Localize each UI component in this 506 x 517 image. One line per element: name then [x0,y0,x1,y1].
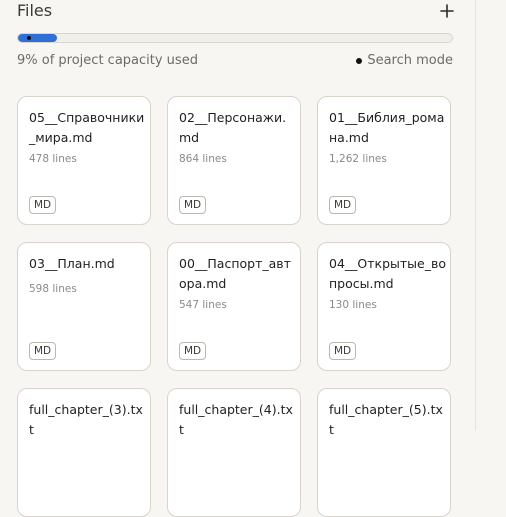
file-card[interactable]: full_chapter_(5).txt [317,388,451,517]
file-name: 01__Библия_романа.md [329,110,445,145]
files-panel: Files 9% of project capacity used Search… [0,0,476,517]
search-mode-label: Search mode [367,53,453,68]
search-mode-indicator[interactable]: Search mode [356,53,453,68]
file-name: full_chapter_(4).txt [179,402,293,437]
file-line-count: 478 lines [29,153,77,165]
file-card[interactable]: 03__План.md 598 lines MD [17,242,151,371]
file-type-badge: MD [329,196,357,214]
file-name: full_chapter_(5).txt [329,402,443,437]
file-card[interactable]: 04__Открытые_вопросы.md 130 lines MD [317,242,451,371]
file-card[interactable]: 02__Персонажи.md 864 lines MD [167,96,301,225]
file-card[interactable]: 01__Библия_романа.md 1,262 lines MD [317,96,451,225]
file-name: full_chapter_(3).txt [29,402,143,437]
file-line-count: 1,262 lines [329,153,387,165]
file-card[interactable]: full_chapter_(3).txt [17,388,151,517]
file-type-badge: MD [29,196,57,214]
file-card[interactable]: full_chapter_(4).txt [167,388,301,517]
file-name: 00__Паспорт_автора.md [179,256,291,291]
file-type-badge: MD [329,342,357,360]
file-line-count: 130 lines [329,299,377,311]
status-dot-icon [356,57,363,64]
file-name: 04__Открытые_вопросы.md [329,256,446,291]
files-header: Files [17,0,457,24]
panel-title: Files [17,1,53,20]
file-name: 05__Справочники_мира.md [29,110,145,145]
progress-indicator-dot [27,36,31,40]
file-line-count: 598 lines [29,283,77,295]
add-file-button[interactable] [437,0,457,22]
file-line-count: 864 lines [179,153,227,165]
file-line-count: 547 lines [179,299,227,311]
file-name: 02__Персонажи.md [179,110,287,145]
capacity-progress-fill [18,34,58,42]
file-type-badge: MD [29,342,57,360]
file-card[interactable]: 05__Справочники_мира.md 478 lines MD [17,96,151,225]
file-card[interactable]: 00__Паспорт_автора.md 547 lines MD [167,242,301,371]
capacity-progress-bar [17,33,453,43]
file-type-badge: MD [179,196,207,214]
file-type-badge: MD [179,342,207,360]
capacity-text: 9% of project capacity used [17,53,198,68]
file-name: 03__План.md [29,256,115,271]
plus-icon [440,4,454,18]
